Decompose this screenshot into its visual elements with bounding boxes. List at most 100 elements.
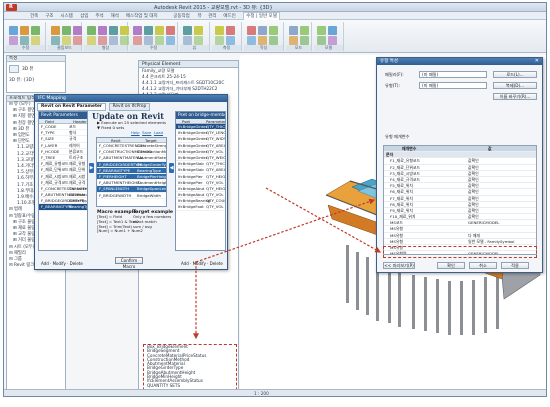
ribbon-tool-icon[interactable] (215, 26, 224, 35)
ribbon-tool-icon[interactable] (133, 36, 142, 45)
family-select[interactable]: (미 패밀) (419, 71, 487, 78)
right-delete-button[interactable]: Delete (210, 261, 223, 266)
ribbon-tool-icon[interactable] (51, 36, 60, 45)
map-left-arrow-icon[interactable]: ◀ (169, 163, 174, 173)
ribbon-tool-icon[interactable] (166, 26, 175, 35)
ribbon-tool-icon[interactable] (328, 26, 337, 35)
ribbon-tool-icon[interactable] (73, 36, 82, 45)
target-param-row[interactable]: IfcBridgeFoot QTY_VOL (176, 204, 225, 211)
ribbon-tab[interactable]: 삽입 (80, 13, 88, 19)
ribbon-tool-icon[interactable] (20, 36, 29, 45)
ribbon-tool-icon[interactable] (226, 26, 235, 35)
ribbon-tool-icon[interactable] (247, 26, 256, 35)
mapped-list[interactable]: Revit Target F_CONCRETESTRENGTH ConcreteS… (96, 137, 167, 207)
revit-logo-icon[interactable]: R (6, 4, 17, 11)
ribbon-tool-icon[interactable] (155, 36, 164, 45)
ribbon-tool-icon[interactable] (258, 36, 267, 45)
ribbon-tool-icon[interactable] (300, 26, 309, 35)
ribbon-tool-icon[interactable] (183, 26, 192, 35)
ribbon-tool-icon[interactable] (51, 26, 60, 35)
ribbon-tool-icon[interactable] (109, 36, 118, 45)
ribbon-tool-icon[interactable] (226, 36, 235, 45)
ribbon-tool-icon[interactable] (73, 26, 82, 35)
ribbon-tool-icon[interactable] (289, 26, 298, 35)
ribbon-tool-icon[interactable] (328, 36, 337, 45)
target-line: sum / avg (133, 223, 152, 229)
load-button[interactable]: 로드(L)... (493, 71, 537, 78)
save-link[interactable]: Save (142, 130, 151, 135)
right-modify-button[interactable]: Modify (193, 261, 206, 266)
preview-button[interactable]: << 미리보기(P) (383, 262, 415, 269)
cancel-button[interactable]: 취소 (469, 262, 497, 269)
ribbon-tool-icon[interactable] (317, 26, 326, 35)
type-parameter-grid[interactable]: 매개변수 값 문자 F1_재료_유형코드 값확인 F2_재료_단위코드 값확인 F3_재료… (383, 145, 537, 255)
revit-parameter-list[interactable]: Revit Parameters Field Header F_CODE 코드 F_… (38, 111, 88, 251)
type-select[interactable]: (미 패밀) (419, 82, 487, 89)
ribbon-tool-icon[interactable] (109, 26, 118, 35)
left-modify-button[interactable]: Modify (53, 261, 66, 266)
ribbon-tool-icon[interactable] (194, 36, 203, 45)
confirm-macro-button[interactable]: Confirm Macro (115, 257, 143, 269)
ribbon-tool-icon[interactable] (98, 26, 107, 35)
apply-button[interactable]: 적용 (501, 262, 529, 269)
ribbon-tab[interactable]: 애드인 (223, 13, 235, 19)
ribbon-tool-icon[interactable] (133, 26, 142, 35)
ribbon-tool-icon[interactable] (9, 36, 18, 45)
ribbon-tool-icon[interactable] (317, 36, 326, 45)
ribbon-tool-icon[interactable] (183, 36, 192, 45)
map-right-arrow-icon[interactable]: ▶ (89, 163, 94, 173)
ribbon-tab[interactable]: 시스템 (60, 13, 72, 19)
ribbon-tool-icon[interactable] (269, 26, 278, 35)
ribbon-tool-icon[interactable] (87, 36, 96, 45)
close-icon[interactable]: ✕ (535, 58, 539, 64)
ribbon-tool-icon[interactable] (31, 36, 40, 45)
ribbon-tool-icon[interactable] (87, 26, 96, 35)
right-add-button[interactable]: Add (181, 261, 189, 266)
ok-button[interactable]: 확인 (437, 262, 465, 269)
ribbon-tab[interactable]: 관리 (208, 13, 216, 19)
ribbon-tool-icon[interactable] (62, 26, 71, 35)
revit-param-header: BearingType (69, 204, 87, 210)
load-link[interactable]: Load (154, 130, 163, 135)
type-selector[interactable]: 3D 뷰 (7, 62, 65, 76)
duplicate-button[interactable]: 복제(D)... (493, 82, 537, 89)
ribbon-tab[interactable]: 구조 (45, 13, 53, 19)
ribbon-tool-icon[interactable] (31, 26, 40, 35)
ribbon-tool-icon[interactable] (62, 36, 71, 45)
ribbon-tool-icon[interactable] (120, 26, 129, 35)
left-add-button[interactable]: Add (41, 261, 49, 266)
ribbon-tool-icon[interactable] (300, 36, 309, 45)
ribbon-tab[interactable]: 해석 (111, 13, 119, 19)
ribbon-tab[interactable]: 건축 (30, 13, 38, 19)
help-link[interactable]: Help (131, 130, 140, 135)
ribbon-tool-icon[interactable] (269, 36, 278, 45)
ribbon-tool-icon[interactable] (215, 36, 224, 45)
ribbon-tool-icon[interactable] (247, 36, 256, 45)
ribbon-tab[interactable]: 주석 (95, 13, 103, 19)
ifc-property-list: Box_BridgeElement BridgeSegment ConcreteMa… (144, 344, 236, 388)
ribbon-tool-icon[interactable] (258, 26, 267, 35)
ribbon-tab[interactable]: 매스작업 및 대지 (126, 13, 158, 19)
ribbon-tool-icon[interactable] (144, 36, 153, 45)
ribbon-tool-icon[interactable] (20, 26, 29, 35)
rename-button[interactable]: 이름 바꾸기(R)... (493, 93, 537, 100)
ribbon-tab[interactable]: 공동작업 (173, 13, 190, 19)
ifc-property-item[interactable]: QUANTITY SETS (144, 383, 236, 388)
ribbon-tool-icon[interactable] (9, 26, 18, 35)
ribbon-tool-icon[interactable] (155, 26, 164, 35)
left-delete-button[interactable]: Delete (70, 261, 83, 266)
ribbon-tool-icon[interactable] (289, 36, 298, 45)
tab-ifc-prop[interactable]: Revit on IfcProp (108, 103, 151, 111)
ribbon-tool-icon[interactable] (194, 26, 203, 35)
ribbon-tab[interactable]: 수정 | 일반 모델 (243, 12, 280, 20)
target-parameter-list[interactable]: Pset on bridge-members Pset Parameter If… (175, 111, 226, 251)
ribbon-tool-icon[interactable] (166, 36, 175, 45)
ribbon-tool-icon[interactable] (144, 26, 153, 35)
ribbon-tool-icon[interactable] (98, 36, 107, 45)
revit-param-row[interactable]: F_BEARINGTYPEBearingType (39, 204, 87, 211)
ribbon-tab[interactable]: 뷰 (198, 13, 202, 19)
ribbon-tool-icon[interactable] (120, 36, 129, 45)
browser-item-label: 교각 물량 (17, 232, 36, 238)
mapped-row[interactable]: F_BRIDGEWIDTH BridgeWidth (97, 193, 166, 199)
tab-revit-parameter[interactable]: Revit on Revit Parameter (37, 103, 107, 111)
